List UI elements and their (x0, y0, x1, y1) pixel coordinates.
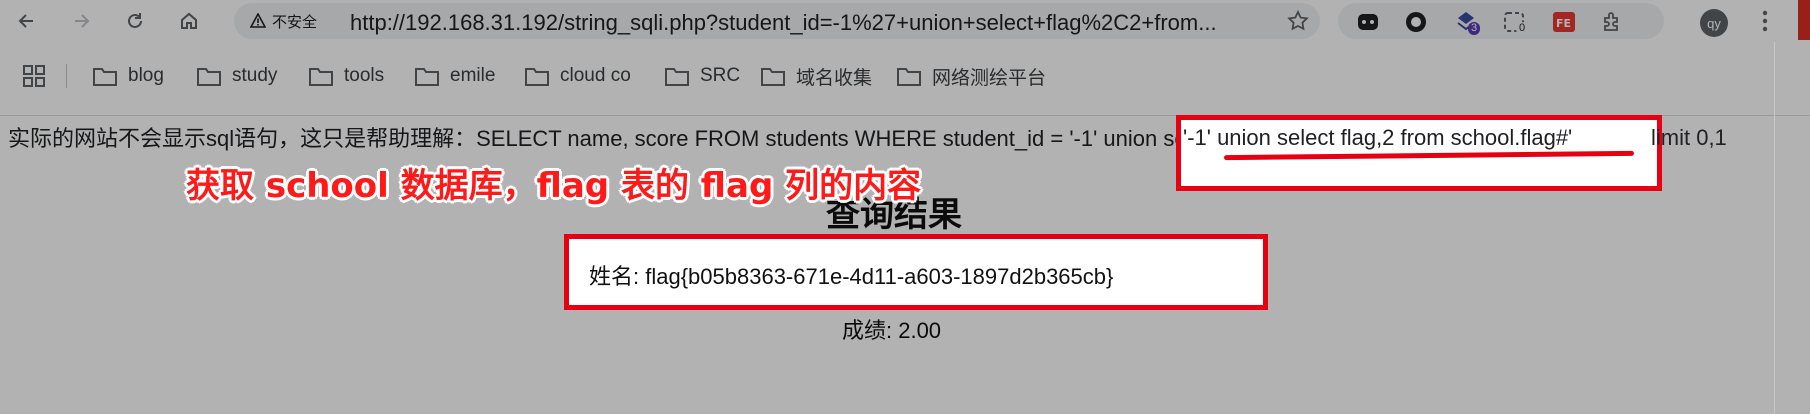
bookmark-label: 网络测绘平台 (932, 67, 1047, 89)
extension-badge: 0 (1516, 22, 1529, 35)
bear-icon[interactable] (1356, 10, 1380, 34)
arrow-left-icon (18, 14, 33, 28)
reload-button[interactable] (120, 6, 150, 36)
browser-toolbar: 不安全 http://192.168.31.192/string_sqli.ph… (0, 0, 1810, 42)
highlight-box-flag: 姓名: flag{b05b8363-671e-4d11-a603-1897d2b… (564, 234, 1268, 310)
home-button[interactable] (174, 6, 204, 36)
security-label: 不安全 (272, 13, 318, 31)
bookmark-star-icon[interactable] (1286, 9, 1310, 33)
folder-icon (525, 68, 549, 86)
reload-icon (128, 13, 142, 28)
bookmark-folder[interactable]: tools (308, 62, 384, 90)
folder-icon (197, 68, 221, 86)
circle-record-icon[interactable] (1404, 10, 1428, 34)
folder-icon (415, 68, 439, 86)
bookmark-label: tools (344, 65, 385, 86)
folder-icon (897, 68, 921, 86)
bookmark-label: emile (450, 65, 496, 86)
sql-injection-highlight: '-1' union select flag,2 from school.fla… (1183, 125, 1573, 150)
extensions-area: 3 0 FE (1338, 3, 1664, 39)
flag-highlight: 姓名: flag{b05b8363-671e-4d11-a603-1897d2b… (589, 264, 1114, 289)
folder-icon (665, 68, 689, 86)
forward-button[interactable] (66, 6, 96, 36)
bookmarks-bar: blog study tools emile cloud co SRC 域名收集… (0, 42, 1810, 116)
bookmark-folder[interactable]: cloud co (524, 62, 631, 90)
bookmark-folder[interactable]: 域名收集 (760, 62, 872, 90)
bookmark-label: study (232, 65, 278, 86)
bookmark-label: cloud co (560, 65, 631, 86)
page-edge-divider (1774, 42, 1775, 414)
folder-icon (761, 68, 785, 86)
annotation-text: 获取 school 数据库，flag 表的 flag 列的内容 (186, 166, 922, 206)
bookmark-folder[interactable]: study (196, 62, 277, 90)
bookmarks-divider (66, 64, 67, 88)
extension-badge: 3 (1468, 22, 1481, 35)
sql-suffix-highlight: limit 0,1 (1651, 125, 1727, 150)
bookmark-label: 域名收集 (796, 67, 873, 89)
extensions-icon[interactable] (1600, 10, 1624, 34)
svg-text:FE: FE (1556, 17, 1571, 30)
address-bar[interactable]: 不安全 http://192.168.31.192/string_sqli.ph… (234, 3, 1320, 39)
url-text[interactable]: http://192.168.31.192/string_sqli.php?st… (350, 10, 1260, 36)
window-edge (1798, 0, 1810, 40)
bookmark-label: SRC (700, 65, 741, 86)
more-menu-icon[interactable] (1755, 8, 1775, 34)
folder-icon (93, 68, 117, 86)
bookmark-folder[interactable]: emile (414, 62, 495, 90)
fe-icon[interactable]: FE (1552, 10, 1576, 34)
folder-icon (309, 68, 333, 86)
apps-grid-icon[interactable] (22, 64, 46, 88)
profile-avatar[interactable]: qy (1700, 9, 1728, 37)
result-score: 成绩: 2.00 (842, 318, 942, 343)
puzzle-stack-icon[interactable]: 3 (1454, 10, 1481, 35)
bookmark-folder[interactable]: blog (92, 62, 164, 90)
sql-prefix: 实际的网站不会显示sql语句，这只是帮助理解：SELECT name, scor… (8, 126, 1070, 151)
bookmark-label: blog (128, 65, 164, 86)
back-button[interactable] (12, 6, 42, 36)
bookmark-folder[interactable]: 网络测绘平台 (896, 62, 1046, 90)
arrow-right-icon (75, 14, 90, 28)
security-chip[interactable]: 不安全 (242, 9, 325, 33)
home-icon (181, 12, 197, 29)
warning-icon (250, 13, 266, 28)
dashed-box-icon[interactable]: 0 (1502, 10, 1529, 35)
bookmark-folder[interactable]: SRC (664, 62, 740, 90)
